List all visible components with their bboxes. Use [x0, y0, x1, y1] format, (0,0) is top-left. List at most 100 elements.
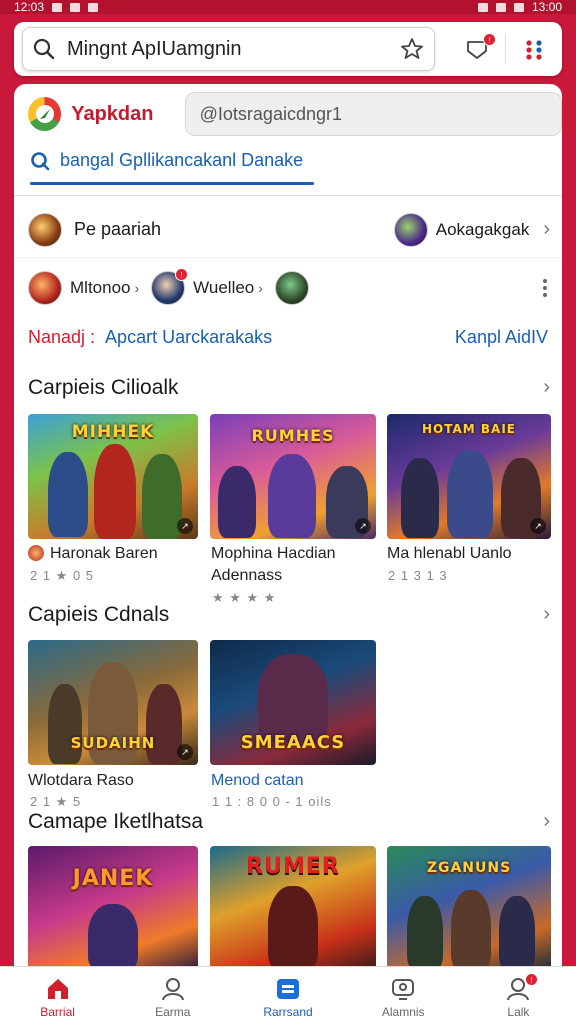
- chevron-right-icon: ›: [543, 218, 550, 240]
- install-icon: ↗: [355, 518, 371, 534]
- app-tile[interactable]: SUDAIHN ↗: [28, 640, 198, 765]
- section-title: Capieis Cdnals: [28, 603, 170, 626]
- app-tile[interactable]: JANEK: [28, 846, 198, 971]
- app-rating: 2 1 3 1 3: [388, 568, 448, 583]
- app-name: Haronak Baren: [50, 545, 158, 562]
- chevron-right-icon: ›: [258, 280, 263, 296]
- tab-underline: [30, 182, 314, 185]
- link-label-red: Nanadj :: [28, 326, 96, 347]
- status-time-left: 12:03: [14, 0, 45, 14]
- tab-active[interactable]: bangal Gpllikancakanl Danake: [30, 150, 303, 171]
- app-tile[interactable]: RUMER: [210, 846, 376, 971]
- top-bar: Mingnt ApIUamgnin !: [14, 22, 562, 76]
- apps-icon: [277, 979, 299, 999]
- app-tile[interactable]: RUMHES ↗: [210, 414, 376, 539]
- app-name: Ma hlenabl Uanlo: [387, 545, 512, 562]
- brand-logo-icon: [28, 97, 62, 131]
- nav-label: Lalk: [507, 1005, 530, 1019]
- search-query: Mingnt ApIUamgnin: [67, 37, 242, 60]
- notification-icon: [52, 2, 63, 12]
- nav-label: Alamnis: [381, 1005, 425, 1019]
- app-tile[interactable]: MIHHEK ↗: [28, 414, 198, 539]
- account-secondary-name: Aokagakgak: [435, 219, 530, 239]
- search-input[interactable]: Mingnt ApIUamgnin: [22, 27, 435, 71]
- notification-badge: !: [175, 268, 189, 281]
- app-logo-text: RUMER: [246, 854, 340, 879]
- more-vert-icon[interactable]: [542, 278, 548, 298]
- section-title: Carpieis Cilioalk: [28, 376, 179, 399]
- nav-item-person[interactable]: Earma: [115, 967, 230, 1024]
- more-menu-button[interactable]: [506, 27, 562, 71]
- person-icon: [161, 978, 184, 1001]
- chevron-right-icon: ›: [134, 280, 140, 296]
- nav-item-account[interactable]: ! Lalk: [461, 967, 576, 1024]
- links-row: Nanadj : Apcart Uarckarakaks Kanpl AidIV: [14, 322, 562, 352]
- tab-row: bangal Gpllikancakanl Danake: [14, 146, 562, 196]
- install-icon: ↗: [177, 518, 193, 534]
- app-logo-text: SUDAIHN: [70, 734, 156, 752]
- notification-icon: [70, 2, 81, 12]
- status-bar: 12:03 13:00: [0, 0, 576, 14]
- shield-notification-button[interactable]: !: [449, 27, 505, 71]
- app-icon: [28, 545, 44, 561]
- tab-label: bangal Gpllikancakanl Danake: [60, 150, 304, 170]
- avatar: [28, 212, 62, 247]
- install-icon: ↗: [530, 518, 546, 534]
- account-row[interactable]: Pe paariah Aokagakgak ›: [14, 202, 562, 258]
- nav-label: Earma: [155, 1005, 191, 1019]
- chevron-right-icon[interactable]: ›: [543, 810, 550, 833]
- signal-icon: [477, 2, 488, 12]
- support-icon: [392, 979, 415, 1000]
- star-icon[interactable]: [400, 37, 424, 61]
- search-icon: [33, 38, 55, 60]
- install-icon: ↗: [177, 744, 193, 760]
- app-name: Wlotdara Raso: [28, 772, 134, 789]
- wifi-icon: [495, 2, 506, 12]
- chevron-right-icon[interactable]: ›: [543, 603, 550, 626]
- avatar: [393, 212, 428, 247]
- app-tile[interactable]: SMEAACS: [210, 640, 376, 765]
- nav-item-support[interactable]: Alamnis: [346, 967, 461, 1024]
- status-time-right: 13:00: [531, 0, 562, 14]
- link-blue[interactable]: Apcart Uarckarakaks: [105, 327, 272, 348]
- app-logo-text: HOTAM BAIE: [422, 422, 516, 436]
- notification-badge: !: [524, 973, 538, 986]
- section-title: Camape Iketlhatsa: [28, 810, 204, 833]
- avatar[interactable]: [274, 271, 309, 305]
- apps-grid-icon: [526, 40, 542, 60]
- battery-icon: [513, 2, 524, 12]
- app-tile[interactable]: ZGANUNS: [387, 846, 551, 971]
- notification-badge: !: [483, 33, 496, 46]
- app-rating: 2 1 ★ 5: [30, 794, 82, 809]
- nav-item-apps[interactable]: Rarrsand: [230, 967, 345, 1024]
- account-name: Pe paariah: [74, 219, 162, 239]
- app-name: Menod catan: [211, 772, 304, 789]
- brand-name: Yapkdan: [71, 102, 154, 125]
- quick-row: Mltonoo › ! Wuelleo ›: [14, 260, 562, 316]
- main-card: Yapkdan @Iotsragaicdngr1 bangal Gpllikan…: [14, 84, 562, 984]
- link-right[interactable]: Kanpl AidIV: [455, 327, 548, 348]
- app-logo-text: MIHHEK: [71, 422, 155, 442]
- bottom-nav: Barrial Earma Rarrsand Alamnis ! Lalk: [0, 966, 576, 1024]
- nav-label: Rarrsand: [263, 1005, 313, 1019]
- avatar[interactable]: !: [151, 268, 189, 305]
- notification-icon: [88, 2, 99, 12]
- quick-item-label[interactable]: Mltonoo: [70, 278, 130, 298]
- quick-item-label[interactable]: Wuelleo: [193, 278, 254, 298]
- search-circle-icon: [31, 151, 50, 170]
- app-rating: ★ ★ ★ ★: [212, 590, 277, 605]
- chevron-right-icon[interactable]: ›: [543, 376, 550, 399]
- app-rating: 2 1 ★ 0 5: [30, 568, 95, 583]
- brand-search-field[interactable]: @Iotsragaicdngr1: [184, 92, 562, 136]
- app-logo-text: ZGANUNS: [426, 860, 512, 876]
- nav-item-home[interactable]: Barrial: [0, 967, 115, 1024]
- app-logo-text: JANEK: [72, 866, 154, 891]
- avatar[interactable]: [28, 271, 62, 305]
- app-logo-text: SMEAACS: [240, 732, 346, 753]
- nav-label: Barrial: [40, 1005, 75, 1019]
- app-logo-text: RUMHES: [251, 426, 335, 445]
- app-rating: 1 1 : 8 0 0 - 1 oils: [212, 794, 332, 809]
- app-tile[interactable]: HOTAM BAIE ↗: [387, 414, 551, 539]
- home-icon: [47, 979, 68, 999]
- brand-row: Yapkdan @Iotsragaicdngr1: [14, 84, 562, 144]
